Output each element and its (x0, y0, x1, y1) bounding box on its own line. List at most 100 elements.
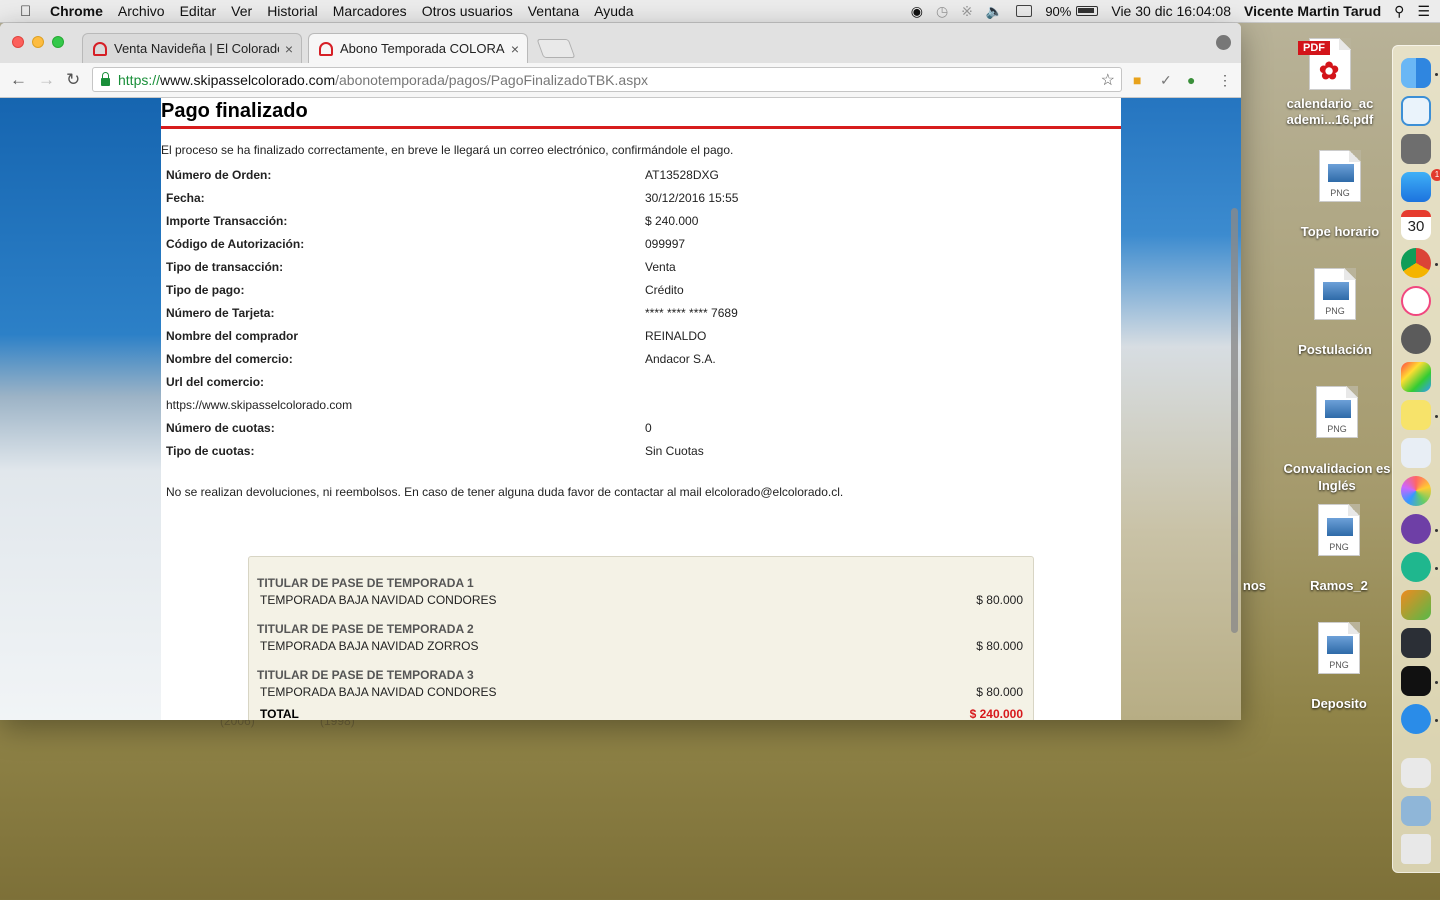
detail-row: Número de cuotas: 0 (161, 416, 1121, 439)
address-bar[interactable]: https:// www.skipasselcolorado.com /abon… (92, 67, 1122, 92)
detail-label: Tipo de pago: (166, 282, 245, 297)
system-preferences-icon[interactable] (1401, 324, 1431, 354)
user-name[interactable]: Vicente Martin Tarud (1244, 3, 1381, 19)
time-machine-icon[interactable]: ◷ (936, 3, 948, 20)
close-window-button[interactable] (12, 36, 24, 48)
desktop-file-pdf[interactable]: PDF ✿ calendario_ac ademi...16.pdf (1275, 38, 1385, 128)
finder-icon[interactable] (1401, 58, 1431, 88)
screen-sharing-icon[interactable] (1401, 628, 1431, 658)
window-controls (12, 36, 64, 48)
summary-item-desc: TEMPORADA BAJA NAVIDAD ZORROS (260, 639, 479, 653)
desktop-file-postulacion[interactable]: PNG Postulación (1280, 268, 1390, 357)
summary-item-line: TEMPORADA BAJA NAVIDAD ZORROS $ 80.000 (257, 639, 1023, 653)
menu-editar[interactable]: Editar (180, 3, 217, 19)
elcolorado-favicon-icon (93, 41, 107, 56)
detail-value: **** **** **** 7689 (645, 305, 738, 320)
desktop-file-ramos-2[interactable]: PNG Ramos_2 (1284, 504, 1394, 593)
detail-label: Código de Autorización: (166, 236, 305, 251)
terminal-icon[interactable] (1401, 666, 1431, 696)
downloads-stack-icon[interactable] (1401, 758, 1431, 788)
matlab-icon[interactable] (1401, 590, 1431, 620)
calendar-icon[interactable]: 30 (1401, 210, 1431, 240)
menu-marcadores[interactable]: Marcadores (333, 3, 407, 19)
close-tab-icon[interactable]: × (285, 41, 293, 57)
eye-icon[interactable]: ◉ (911, 3, 923, 20)
reload-icon[interactable]: ↻ (66, 70, 80, 90)
dock: 1 30 (1392, 45, 1440, 873)
safari-icon[interactable] (1401, 704, 1431, 734)
extension-check-icon[interactable]: ✓ (1160, 72, 1172, 89)
photos-icon[interactable] (1401, 476, 1431, 506)
page-background-left (0, 98, 161, 720)
detail-row: Url del comercio: (161, 370, 1121, 393)
chrome-icon[interactable] (1401, 248, 1431, 278)
profile-icon[interactable] (1216, 35, 1231, 50)
desktop-file-label: calendario_ac ademi...16.pdf (1286, 96, 1374, 127)
secure-lock-icon (101, 71, 110, 86)
menu-app-name[interactable]: Chrome (50, 3, 103, 19)
bluetooth-icon[interactable]: ※ (961, 3, 973, 20)
detail-label: Url del comercio: (166, 374, 265, 389)
color-app-icon[interactable] (1401, 362, 1431, 392)
github-icon[interactable] (1401, 514, 1431, 544)
desktop-file-deposito[interactable]: PNG Deposito (1284, 622, 1394, 711)
clock[interactable]: Vie 30 dic 16:04:08 (1111, 3, 1231, 19)
extension-gift-icon[interactable]: ■ (1133, 72, 1141, 88)
summary-item-title: TITULAR DE PASE DE TEMPORADA 3 (257, 668, 474, 682)
spotlight-search-icon[interactable]: ⚲ (1394, 3, 1404, 20)
folder-stack-icon[interactable] (1401, 796, 1431, 826)
summary-item-line: TEMPORADA BAJA NAVIDAD CONDORES $ 80.000 (257, 685, 1023, 699)
forward-arrow-icon[interactable]: → (38, 70, 55, 90)
desktop-file-tope-horario[interactable]: PNG Tope horario (1285, 150, 1395, 239)
atom-icon[interactable] (1401, 552, 1431, 582)
trash-icon[interactable] (1401, 834, 1431, 864)
launchpad-icon[interactable] (1401, 134, 1431, 164)
menu-ver[interactable]: Ver (231, 3, 252, 19)
fullscreen-window-button[interactable] (52, 36, 64, 48)
file-type-label: PNG (1330, 188, 1350, 198)
preview-icon[interactable] (1401, 438, 1431, 468)
back-arrow-icon[interactable]: ← (10, 70, 27, 90)
desktop-file-convalidacion[interactable]: PNG Convalidacion es Inglés (1282, 386, 1392, 494)
app-store-icon[interactable]: 1 (1401, 169, 1440, 202)
desktop-file-partial[interactable]: nos (1186, 578, 1266, 593)
menu-ayuda[interactable]: Ayuda (594, 3, 633, 19)
new-tab-button[interactable] (536, 39, 576, 58)
detail-label: Tipo de transacción: (166, 259, 284, 274)
detail-row: Nombre del comercio: Andacor S.A. (161, 347, 1121, 370)
menu-archivo[interactable]: Archivo (118, 3, 165, 19)
acrobat-icon: ✿ (1319, 58, 1340, 85)
itunes-icon[interactable] (1401, 286, 1431, 316)
keyboard-icon[interactable] (1016, 5, 1033, 17)
transaction-details: Número de Orden: AT13528DXG Fecha: 30/12… (161, 163, 1121, 462)
tab-venta-navidena[interactable]: Venta Navideña | El Colorado × (82, 33, 302, 63)
close-tab-icon[interactable]: × (511, 41, 519, 57)
commerce-url-row: https://www.skipasselcolorado.com (161, 393, 1121, 416)
icloud-icon[interactable] (1401, 96, 1431, 126)
notification-center-icon[interactable]: ☰ (1417, 3, 1430, 20)
apple-icon[interactable]:  (20, 3, 36, 20)
tab-abono-temporada[interactable]: Abono Temporada COLORADO × (308, 33, 528, 63)
detail-label: Número de Orden: (166, 167, 272, 182)
page-scrollbar[interactable] (1231, 208, 1238, 633)
summary-item-price: $ 80.000 (976, 639, 1023, 653)
menu-historial[interactable]: Historial (267, 3, 318, 19)
bookmark-star-icon[interactable]: ☆ (1101, 70, 1115, 90)
battery-icon[interactable] (1076, 6, 1099, 16)
stickies-icon[interactable] (1401, 400, 1431, 430)
elcolorado-favicon-icon (319, 41, 333, 56)
battery-percent[interactable]: 90% (1045, 4, 1071, 19)
menu-bar:  Chrome Archivo Editar Ver Historial Ma… (0, 0, 1440, 23)
url-host: www.skipasselcolorado.com (160, 71, 336, 88)
detail-label: Nombre del comercio: (166, 351, 293, 366)
detail-label: Número de cuotas: (166, 420, 275, 435)
desktop-file-label: Tope horario (1300, 224, 1380, 239)
browser-toolbar: ← → ↻ https:// www.skipasselcolorado.com… (0, 63, 1241, 98)
minimize-window-button[interactable] (32, 36, 44, 48)
volume-icon[interactable]: 🔈 (986, 3, 1003, 20)
chrome-menu-icon[interactable]: ⋮ (1218, 72, 1232, 89)
menu-ventana[interactable]: Ventana (528, 3, 579, 19)
menu-otros-usuarios[interactable]: Otros usuarios (422, 3, 513, 19)
extension-globe-icon[interactable]: ● (1187, 72, 1195, 88)
summary-item-price: $ 80.000 (976, 685, 1023, 699)
